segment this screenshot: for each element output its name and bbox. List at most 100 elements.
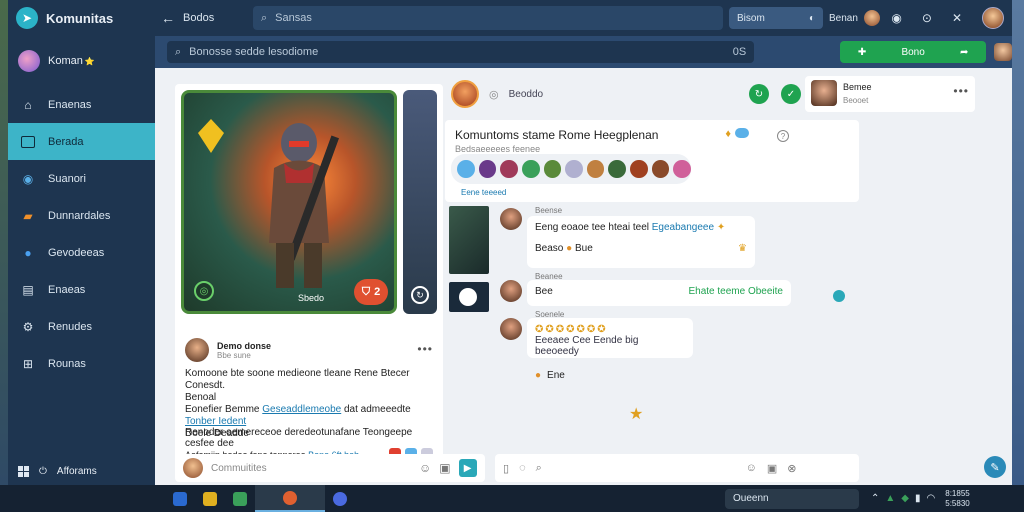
square-icon xyxy=(20,135,36,149)
send-icon[interactable]: ▶ xyxy=(458,459,477,477)
chat-search-input[interactable]: ⌕ xyxy=(536,462,736,475)
taskbar-app[interactable] xyxy=(195,485,225,512)
sidebar-item-1[interactable]: Berada xyxy=(8,123,155,160)
chevron-up-icon[interactable]: ⌃ xyxy=(871,493,879,504)
media-thumbnail[interactable] xyxy=(449,206,489,274)
message-small[interactable]: ● Ene xyxy=(535,370,565,381)
taskbar-app[interactable] xyxy=(325,485,355,512)
action-button[interactable]: ✚ Bono ➦ xyxy=(840,41,987,63)
attach-icon[interactable]: ▯ xyxy=(503,462,509,475)
member-panel[interactable]: Bemee Beooet ••• xyxy=(805,76,975,112)
help-icon[interactable]: ? xyxy=(777,130,789,142)
post-link[interactable]: Tonber Iedent xyxy=(185,416,246,427)
eye-icon[interactable]: ◉ xyxy=(891,11,901,25)
emoji-icon[interactable]: ☺ xyxy=(419,461,431,475)
wifi-icon[interactable]: ◠ xyxy=(927,493,936,504)
brand[interactable]: ➤ Komunitas xyxy=(8,0,155,36)
profile-name: Koman xyxy=(48,55,83,67)
avatar[interactable] xyxy=(994,43,1012,61)
sticker-icon[interactable]: ▣ xyxy=(767,462,777,475)
sidebar-footer[interactable]: ⏻ Afforams xyxy=(8,457,155,485)
search-counter: 0S xyxy=(732,46,747,58)
more-icon[interactable]: ••• xyxy=(417,342,433,356)
next-image-preview[interactable]: ↻ xyxy=(403,90,437,314)
action-button-label: Bono xyxy=(901,46,925,58)
check-icon[interactable]: ✓ xyxy=(781,84,801,104)
emoji-icon[interactable]: ☺ xyxy=(746,462,757,474)
avatar xyxy=(185,338,209,362)
message-bubble[interactable]: Eeng eoaoe tee hteai teel Egeabangeee ✦ … xyxy=(527,216,755,268)
comment-input[interactable]: Commuitites ☺ ▣ ▶ xyxy=(175,454,485,482)
image-icon[interactable]: ▣ xyxy=(439,461,450,475)
taskbar-search[interactable]: Oueenn xyxy=(725,488,859,509)
chat-actions: ↻ ✓ xyxy=(749,84,801,104)
post-hero-image[interactable]: ◎ Sbedo ⛉ 2 xyxy=(181,90,397,314)
chat-header[interactable]: ◎ Beoddo xyxy=(451,80,543,108)
sidebar-item-4[interactable]: ● Gevodeeas xyxy=(8,234,155,271)
avatar xyxy=(630,160,648,178)
home-icon: ⌂ xyxy=(24,97,32,112)
sidebar-item-label: Suanori xyxy=(48,172,86,185)
close-icon[interactable]: ✕ xyxy=(952,11,962,25)
network-icon[interactable]: ▲ xyxy=(885,493,895,504)
hero-badge[interactable]: ⛉ 2 xyxy=(354,279,388,305)
send-icon: ➤ xyxy=(16,7,38,29)
avatar[interactable] xyxy=(982,7,1004,29)
rank-icon: ◎ xyxy=(194,281,214,301)
mic-icon[interactable]: ◌ xyxy=(519,462,526,474)
search-input[interactable]: ⌕ Sansas xyxy=(253,6,723,30)
message-link[interactable]: Egeabangeee xyxy=(652,222,714,233)
media-thumbnail[interactable] xyxy=(449,282,489,312)
taskbar-app-active[interactable] xyxy=(255,485,325,512)
avatar xyxy=(651,160,670,178)
community-search-input[interactable]: ⌕ Bonosse sedde lesodiome 0S xyxy=(167,41,755,63)
avatar xyxy=(565,160,583,178)
sidebar-item-3[interactable]: ▰ Dunnardales xyxy=(8,197,155,234)
taskbar-app[interactable] xyxy=(225,485,255,512)
browser-icon xyxy=(333,491,347,506)
author-name: Demo donse xyxy=(217,340,272,351)
sidebar-item-6[interactable]: ⚙ Renudes xyxy=(8,308,155,345)
chat-input[interactable]: ▯ ◌ ⌕ ☺ ▣ ⊗ xyxy=(495,454,859,482)
thumbs-icon: ✚ xyxy=(857,46,867,58)
message-sender: Beense xyxy=(535,206,563,215)
search-placeholder: Sansas xyxy=(275,12,312,24)
refresh-icon[interactable]: ↻ xyxy=(749,84,769,104)
group-subtitle: Bedsaeeeees feenee xyxy=(455,144,541,154)
sidebar-item-0[interactable]: ⌂ Enaenas xyxy=(8,86,155,123)
settings-icon[interactable]: ⊙ xyxy=(922,11,932,25)
avatar xyxy=(457,160,475,178)
profile[interactable]: Koman ⭐ xyxy=(8,36,155,86)
message-bubble[interactable]: Bee Ehate teeme Obeeite xyxy=(527,280,791,306)
sidebar-item-2[interactable]: ◉ Suanori xyxy=(8,160,155,197)
floating-action-button[interactable]: ✎ xyxy=(984,456,1006,478)
battery-icon[interactable]: ▮ xyxy=(915,493,921,504)
back-arrow-icon[interactable]: ← xyxy=(161,10,177,26)
chat-icon: ◎ xyxy=(489,88,499,101)
soldier-illustration xyxy=(269,123,339,288)
window-controls: ◉ ⊙ ✕ xyxy=(891,7,1012,29)
post-line: Eonefier Bemme xyxy=(185,404,260,415)
post-link[interactable]: Geseaddlemeobe xyxy=(262,404,341,415)
member-avatars[interactable] xyxy=(451,154,692,184)
author-time: Bbe sune xyxy=(217,350,251,360)
message-text: Eeng eoaoe tee hteai teel xyxy=(535,222,649,233)
sidebar-item-7[interactable]: ⊞ Rounas xyxy=(8,345,155,382)
user-menu[interactable]: Benan xyxy=(829,10,880,26)
more-icon[interactable]: ••• xyxy=(953,84,969,98)
taskbar-app[interactable] xyxy=(165,485,195,512)
message-bubble[interactable]: ✪✪✪✪✪✪✪ Eeeaee Cee Eende big beeoeedy xyxy=(527,318,693,358)
post-author[interactable]: Demo donse Bbe sune xyxy=(185,338,271,362)
clock[interactable]: 8:1855 5:5830 xyxy=(945,489,969,509)
app-title: Komunitas xyxy=(46,10,114,26)
taskbar: Oueenn ⌃ ▲ ◆ ▮ ◠ 8:1855 5:5830 xyxy=(0,485,1024,512)
close-icon[interactable]: ⊗ xyxy=(787,462,796,475)
sound-icon[interactable]: ◆ xyxy=(901,493,909,504)
toggle-icon[interactable] xyxy=(735,128,749,138)
avatar xyxy=(608,160,627,178)
filter-pill[interactable]: Bisom ◐ xyxy=(729,7,823,29)
profile-badge: ⭐ xyxy=(84,56,95,66)
avatar xyxy=(18,50,40,72)
sidebar-item-5[interactable]: ▤ Enaeas xyxy=(8,271,155,308)
taskbar-search-placeholder: Oueenn xyxy=(733,493,769,504)
